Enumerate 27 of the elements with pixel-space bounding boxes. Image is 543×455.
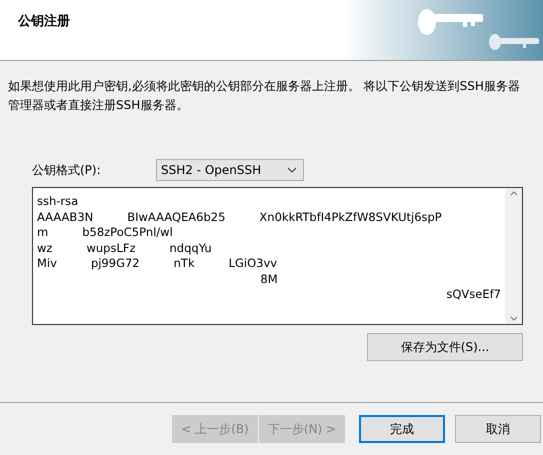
scroll-down-icon: [510, 316, 518, 321]
key-text-fragment: BIwAAAQEA6b25: [127, 210, 226, 225]
key-text-fragment: ssh-rsa: [37, 194, 78, 210]
save-to-file-button[interactable]: 保存为文件(S)...: [367, 333, 523, 361]
wizard-button[interactable]: 取消: [455, 415, 541, 443]
key-text-fragment: LGiO3vv: [228, 256, 278, 272]
key-text-fragment: ndqqYu: [170, 240, 212, 256]
chevron-down-icon: [287, 167, 297, 173]
scrollbar[interactable]: [505, 188, 522, 324]
key-text-fragment: 8M: [260, 272, 278, 287]
key-text-fragment: Xn0kkRTbfI4PkZfW8SVKUtj6spP: [259, 210, 442, 225]
key-text-fragment: wupsLFz: [86, 240, 136, 256]
key-text-fragment: nTk: [174, 256, 195, 272]
key-text-fragment: wz: [37, 240, 52, 256]
dialog-title: 公钥注册: [16, 12, 70, 31]
public-key-textarea[interactable]: ssh-rsa AAAAB3N BIwAAAQEA6b25 Xn0kkRTbfI4PkZfW8SVKUtj6spP m b58zPoC5Pnl/wl wz wupsLFz ndqqYu Miv pj99G72 nTk LGiO3vv 8M sQVseEf7: [32, 187, 523, 325]
key-text-fragment: m: [37, 225, 48, 240]
key-text-fragment: pj99G72: [90, 256, 140, 272]
key-text-fragment: sQVseEf7: [446, 287, 501, 302]
scroll-up-icon: [510, 191, 518, 196]
key-text-fragment: Miv: [37, 256, 57, 272]
key-text-fragment: b58zPoC5Pnl/wl: [82, 225, 173, 240]
format-dropdown[interactable]: SSH2 - OpenSSH: [156, 159, 304, 181]
key-text-fragment: AAAAB3N: [37, 210, 94, 225]
description-text: 如果想使用此用户密钥,必须将此密钥的公钥部分在服务器上注册。 将以下公钥发送到SSH服务器管理器或者直接注册SSH服务器。: [8, 78, 521, 114]
wizard-button[interactable]: 完成: [359, 415, 445, 443]
format-label: 公钥格式(P):: [32, 162, 102, 178]
